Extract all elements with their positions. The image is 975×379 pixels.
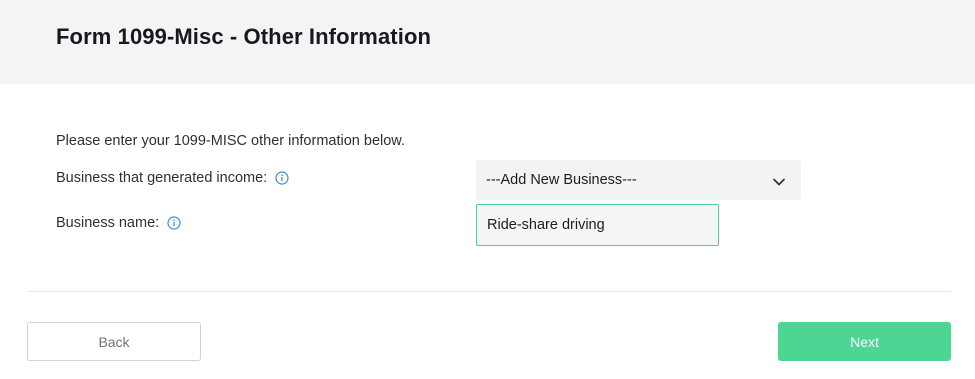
business-select-label: Business that generated income: [56, 170, 268, 186]
back-button[interactable]: Back [27, 322, 201, 361]
business-name-label-row: Business name: [56, 215, 181, 231]
business-select[interactable]: ---Add New Business--- [476, 160, 801, 200]
chevron-down-icon [773, 174, 785, 186]
next-button[interactable]: Next [778, 322, 951, 361]
business-name-input[interactable] [476, 204, 719, 246]
divider [27, 291, 951, 292]
page: Form 1099-Misc - Other Information Pleas… [0, 0, 975, 379]
business-select-value: ---Add New Business--- [486, 172, 637, 188]
business-select-label-row: Business that generated income: [56, 170, 289, 186]
form-intro-text: Please enter your 1099-MISC other inform… [56, 133, 405, 149]
page-header: Form 1099-Misc - Other Information [0, 0, 975, 84]
info-icon[interactable] [167, 216, 181, 230]
business-name-label: Business name: [56, 215, 160, 231]
info-icon[interactable] [275, 171, 289, 185]
page-title: Form 1099-Misc - Other Information [56, 24, 432, 49]
